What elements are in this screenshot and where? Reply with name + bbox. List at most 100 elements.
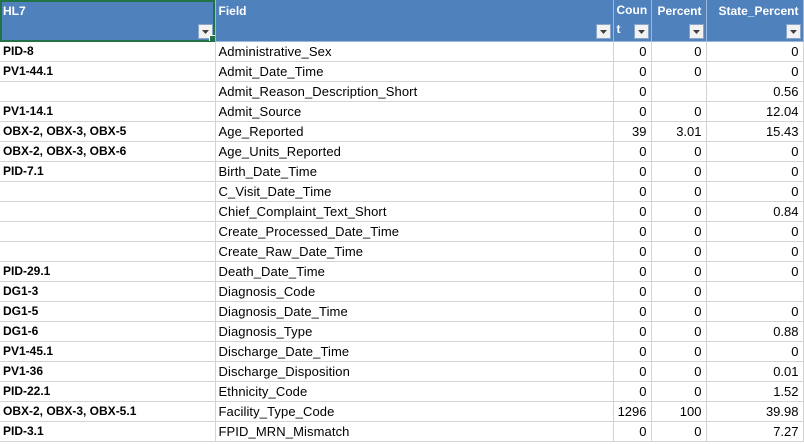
cell-state-percent[interactable]: 39.98 (706, 401, 804, 422)
cell-count[interactable]: 0 (613, 301, 652, 322)
cell-state-percent[interactable]: 7.27 (706, 421, 804, 442)
cell-field[interactable]: Diagnosis_Type (215, 321, 614, 342)
cell-state-percent[interactable]: 0 (706, 41, 804, 62)
filter-dropdown-button[interactable] (633, 24, 649, 39)
cell-state-percent[interactable]: 0 (706, 341, 804, 362)
cell-count[interactable]: 0 (613, 201, 652, 222)
cell-field[interactable]: FPID_MRN_Mismatch (215, 421, 614, 442)
cell-percent[interactable]: 0 (651, 361, 707, 382)
cell-count[interactable]: 0 (613, 221, 652, 242)
cell-state-percent[interactable]: 0 (706, 241, 804, 262)
cell-count[interactable]: 0 (613, 321, 652, 342)
header-hl7[interactable]: HL7 (0, 0, 216, 42)
cell-field[interactable]: Age_Reported (215, 121, 614, 142)
cell-count[interactable]: 0 (613, 141, 652, 162)
cell-field[interactable]: Discharge_Date_Time (215, 341, 614, 362)
cell-percent[interactable]: 0 (651, 381, 707, 402)
cell-field[interactable]: C_Visit_Date_Time (215, 181, 614, 202)
cell-field[interactable]: Chief_Complaint_Text_Short (215, 201, 614, 222)
cell-percent[interactable]: 0 (651, 101, 707, 122)
cell-field[interactable]: Create_Raw_Date_Time (215, 241, 614, 262)
cell-field[interactable]: Admit_Date_Time (215, 61, 614, 82)
cell-count[interactable]: 39 (613, 121, 652, 142)
cell-percent[interactable]: 0 (651, 201, 707, 222)
cell-hl7[interactable]: PID-8 (0, 41, 216, 62)
cell-count[interactable]: 0 (613, 281, 652, 302)
cell-count[interactable]: 0 (613, 421, 652, 442)
cell-percent[interactable]: 0 (651, 301, 707, 322)
cell-field[interactable]: Diagnosis_Code (215, 281, 614, 302)
cell-percent[interactable]: 0 (651, 181, 707, 202)
cell-count[interactable]: 0 (613, 361, 652, 382)
cell-hl7[interactable] (0, 81, 216, 102)
cell-percent[interactable]: 0 (651, 221, 707, 242)
cell-field[interactable]: Discharge_Disposition (215, 361, 614, 382)
filter-dropdown-button[interactable] (595, 24, 611, 39)
cell-hl7[interactable]: OBX-2, OBX-3, OBX-5.1 (0, 401, 216, 422)
cell-state-percent[interactable]: 0 (706, 181, 804, 202)
cell-state-percent[interactable]: 0.01 (706, 361, 804, 382)
cell-field[interactable]: Death_Date_Time (215, 261, 614, 282)
cell-field[interactable]: Create_Processed_Date_Time (215, 221, 614, 242)
cell-hl7[interactable] (0, 241, 216, 262)
cell-state-percent[interactable]: 0 (706, 161, 804, 182)
cell-state-percent[interactable]: 0.88 (706, 321, 804, 342)
cell-state-percent[interactable]: 1.52 (706, 381, 804, 402)
cell-hl7[interactable]: DG1-3 (0, 281, 216, 302)
cell-percent[interactable]: 0 (651, 141, 707, 162)
cell-field[interactable]: Administrative_Sex (215, 41, 614, 62)
cell-percent[interactable]: 0 (651, 161, 707, 182)
cell-state-percent[interactable]: 12.04 (706, 101, 804, 122)
cell-percent[interactable]: 0 (651, 421, 707, 442)
cell-hl7[interactable]: PID-7.1 (0, 161, 216, 182)
cell-field[interactable]: Diagnosis_Date_Time (215, 301, 614, 322)
cell-hl7[interactable]: DG1-5 (0, 301, 216, 322)
cell-hl7[interactable]: PV1-44.1 (0, 61, 216, 82)
cell-hl7[interactable]: PID-29.1 (0, 261, 216, 282)
cell-field[interactable]: Facility_Type_Code (215, 401, 614, 422)
cell-count[interactable]: 0 (613, 261, 652, 282)
cell-count[interactable]: 0 (613, 81, 652, 102)
cell-percent[interactable]: 0 (651, 241, 707, 262)
filter-dropdown-button[interactable] (688, 24, 704, 39)
cell-count[interactable]: 0 (613, 241, 652, 262)
cell-hl7[interactable]: PID-22.1 (0, 381, 216, 402)
cell-count[interactable]: 0 (613, 61, 652, 82)
cell-count[interactable]: 1296 (613, 401, 652, 422)
cell-state-percent[interactable]: 0 (706, 61, 804, 82)
cell-percent[interactable]: 0 (651, 41, 707, 62)
cell-hl7[interactable]: DG1-6 (0, 321, 216, 342)
header-field[interactable]: Field (215, 0, 614, 42)
cell-count[interactable]: 0 (613, 161, 652, 182)
cell-state-percent[interactable]: 0 (706, 141, 804, 162)
header-state-percent[interactable]: State_Percent (706, 0, 804, 42)
cell-percent[interactable]: 0 (651, 341, 707, 362)
cell-field[interactable]: Ethnicity_Code (215, 381, 614, 402)
cell-count[interactable]: 0 (613, 101, 652, 122)
cell-percent[interactable]: 100 (651, 401, 707, 422)
cell-percent[interactable]: 3.01 (651, 121, 707, 142)
cell-hl7[interactable]: PV1-36 (0, 361, 216, 382)
cell-hl7[interactable]: PV1-14.1 (0, 101, 216, 122)
cell-percent[interactable] (651, 81, 707, 102)
cell-field[interactable]: Age_Units_Reported (215, 141, 614, 162)
filter-dropdown-button[interactable] (785, 24, 801, 39)
cell-count[interactable]: 0 (613, 41, 652, 62)
cell-state-percent[interactable]: 0 (706, 301, 804, 322)
cell-hl7[interactable]: OBX-2, OBX-3, OBX-6 (0, 141, 216, 162)
cell-state-percent[interactable] (706, 281, 804, 302)
cell-state-percent[interactable]: 0.84 (706, 201, 804, 222)
cell-state-percent[interactable]: 0 (706, 261, 804, 282)
cell-percent[interactable]: 0 (651, 261, 707, 282)
cell-hl7[interactable] (0, 221, 216, 242)
cell-hl7[interactable]: OBX-2, OBX-3, OBX-5 (0, 121, 216, 142)
cell-count[interactable]: 0 (613, 381, 652, 402)
cell-state-percent[interactable]: 0 (706, 221, 804, 242)
cell-field[interactable]: Birth_Date_Time (215, 161, 614, 182)
cell-count[interactable]: 0 (613, 341, 652, 362)
cell-hl7[interactable] (0, 201, 216, 222)
header-count[interactable]: Count (613, 0, 652, 42)
cell-percent[interactable]: 0 (651, 61, 707, 82)
cell-count[interactable]: 0 (613, 181, 652, 202)
cell-percent[interactable]: 0 (651, 321, 707, 342)
